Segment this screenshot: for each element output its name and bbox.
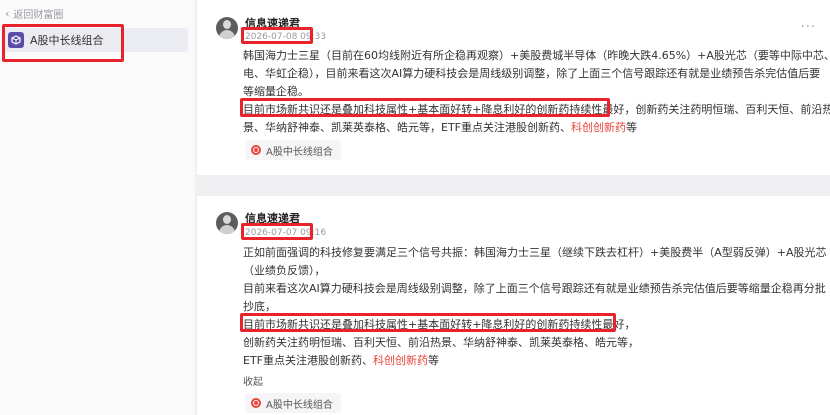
body-text: 景、华纳舒神泰、凯莱英泰格、皓元等，ETF重点关注港股创新药、 [243,121,571,134]
chevron-left-icon: ‹ [5,7,10,20]
post-card: 信息速递君 2026-07-08 09:33 ··· 韩国海力士三星（目前在60… [197,0,830,175]
body-line: 电、华虹企稳），目前来看这次AI算力硬科技会是周线级别调整，除了上面三个信号跟踪… [243,67,821,80]
highlight-box [241,223,313,240]
body-line: 韩国海力士三星（目前在60均线附近有所企稳再观察）+美股费城半导体（昨晚大跌4.… [243,49,830,62]
highlight-box [2,24,124,62]
body-text: 等 [626,121,637,134]
highlight-box [240,313,616,332]
body-text: ， [624,318,636,331]
tag-label: A股中长线组合 [266,146,333,158]
body-line: （业绩负反馈）， [243,264,326,277]
highlight-box [240,98,610,117]
post-card: 信息速递君 2026-07-07 09:16 正如前面强调的科技修复要满足三个信… [197,196,830,415]
stock-link[interactable]: 科创创新药 [571,121,626,134]
body-line: 目前来看这次AI算力硬科技会是周线级别调整，除了上面三个信号跟踪还有就是业绩预告… [243,282,826,295]
body-text: ，创新药关注药明恒瑞、百利天恒、前沿热 [624,103,830,116]
target-icon [251,145,261,155]
body-text: ETF重点关注港股创新药、 [243,354,373,367]
body-line: 创新药关注药明恒瑞、百利天恒、前沿热景、华纳舒神泰、凯莱英泰格、皓元等， [243,336,639,349]
portfolio-tag[interactable]: A股中长线组合 [245,140,341,160]
collapse-link[interactable]: 收起 [243,373,263,388]
avatar[interactable] [216,17,238,39]
back-label: 返回财富圈 [13,10,64,21]
back-link[interactable]: ‹ 返回财富圈 [5,6,63,21]
tag-label: A股中长线组合 [266,399,333,411]
more-icon[interactable]: ··· [801,20,816,35]
body-text: 等 [428,354,439,367]
portfolio-tag[interactable]: A股中长线组合 [245,393,341,413]
post-body: 韩国海力士三星（目前在60均线附近有所企稳再观察）+美股费城半导体（昨晚大跌4.… [243,47,830,137]
post-body: 正如前面强调的科技修复要满足三个信号共振：韩国海力士三星（继续下跌去杠杆）+美股… [243,244,827,370]
target-icon [251,398,261,408]
feed: 信息速递君 2026-07-08 09:33 ··· 韩国海力士三星（目前在60… [197,0,830,415]
body-line: 正如前面强调的科技修复要满足三个信号共振：韩国海力士三星（继续下跌去杠杆）+美股… [243,246,827,259]
avatar[interactable] [216,212,238,234]
sidebar: ‹ 返回财富圈 A股中长线组合 [0,0,195,415]
highlight-box [241,27,313,44]
stock-link[interactable]: 科创创新药 [373,354,428,367]
